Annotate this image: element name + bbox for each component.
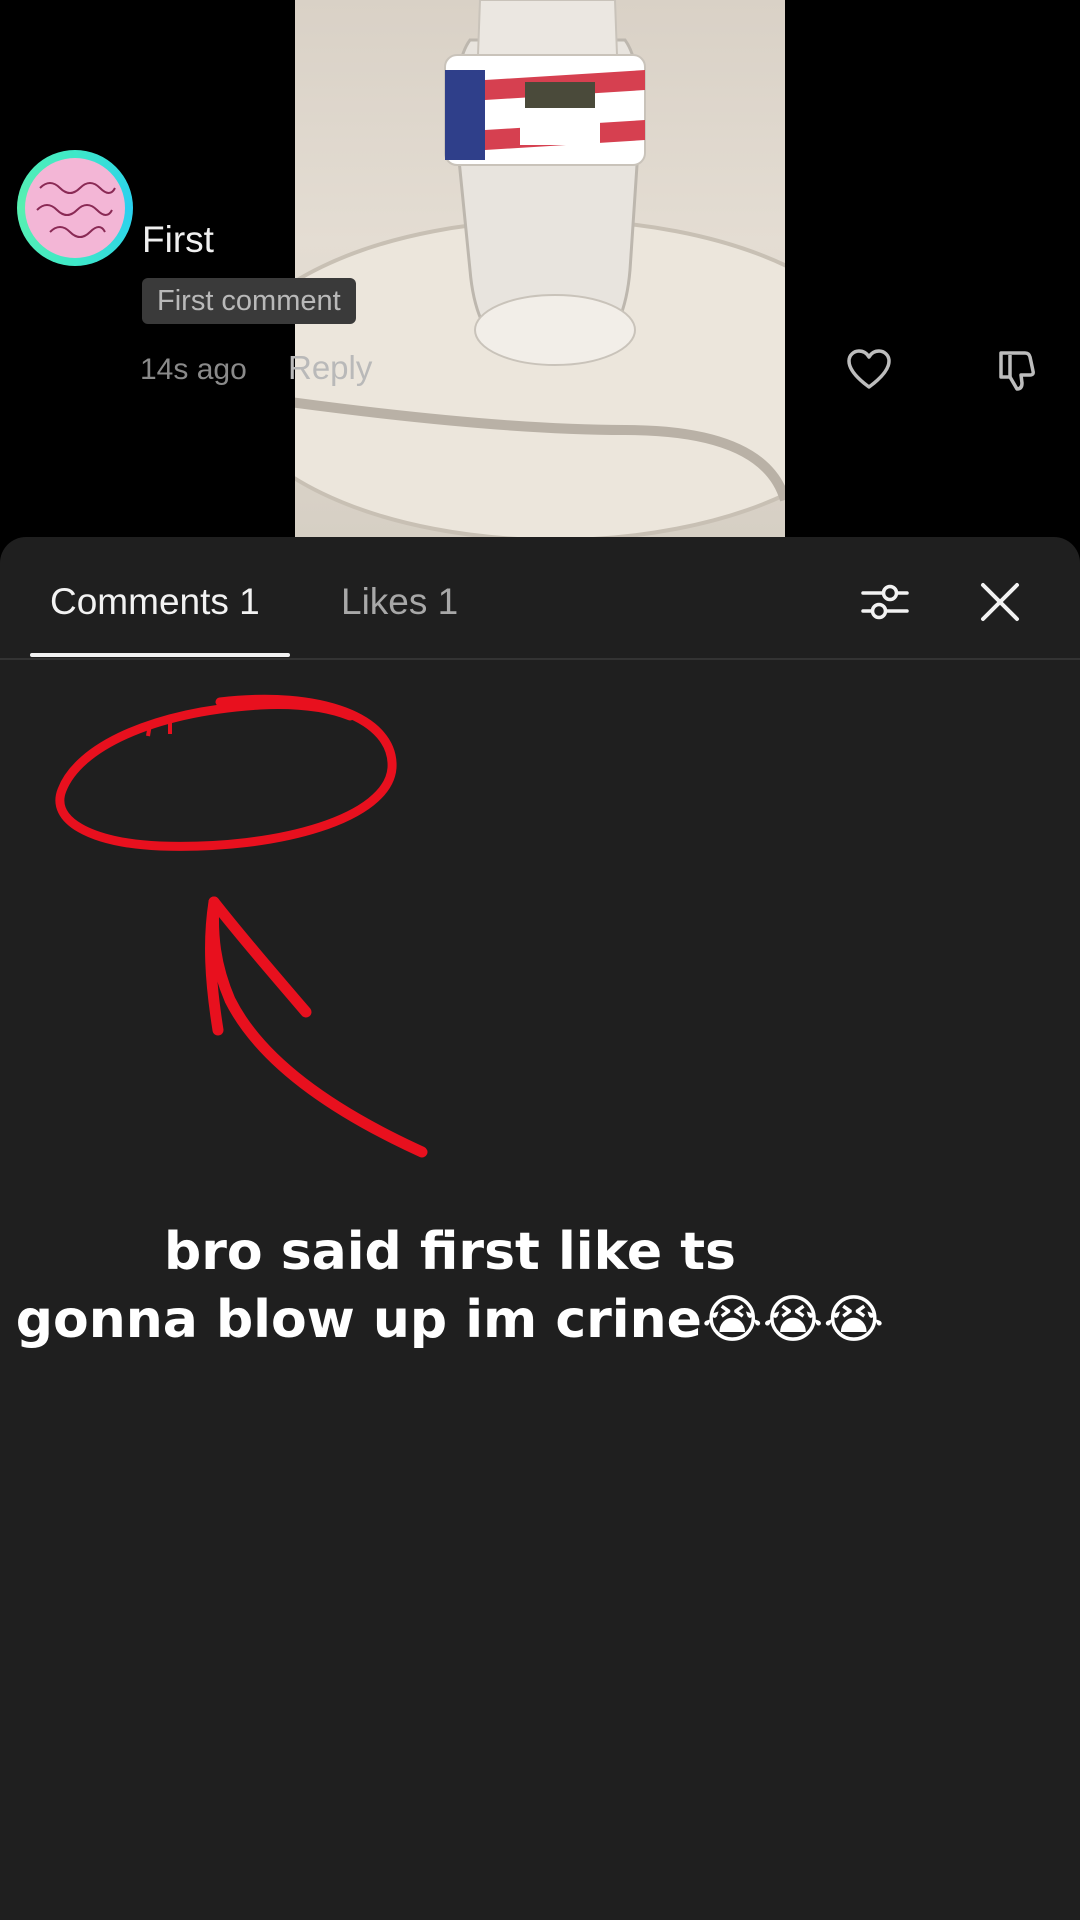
thumbs-down-icon[interactable] [995, 347, 1041, 393]
close-icon[interactable] [975, 577, 1025, 627]
sliders-icon[interactable] [860, 577, 910, 627]
tabs-divider [0, 658, 1080, 660]
tab-likes[interactable]: Likes 1 [341, 581, 458, 623]
caption-overlay: bro said first like ts gonna blow up im … [0, 1218, 900, 1354]
caption-line-2: gonna blow up im crine😭😭😭 [15, 1290, 885, 1350]
avatar[interactable] [17, 150, 133, 266]
avatar-image [25, 158, 125, 258]
reply-button[interactable]: Reply [288, 349, 372, 387]
comment-timestamp: 14s ago [140, 353, 247, 386]
tab-comments[interactable]: Comments 1 [50, 581, 260, 623]
active-tab-indicator [30, 653, 290, 657]
heart-icon[interactable] [846, 347, 892, 393]
caption-line-1: bro said first like ts [164, 1222, 736, 1282]
first-comment-badge: First comment [142, 278, 356, 324]
comment-text: First [142, 219, 214, 260]
tab-bar: Comments 1 Likes 1 [0, 537, 1080, 660]
